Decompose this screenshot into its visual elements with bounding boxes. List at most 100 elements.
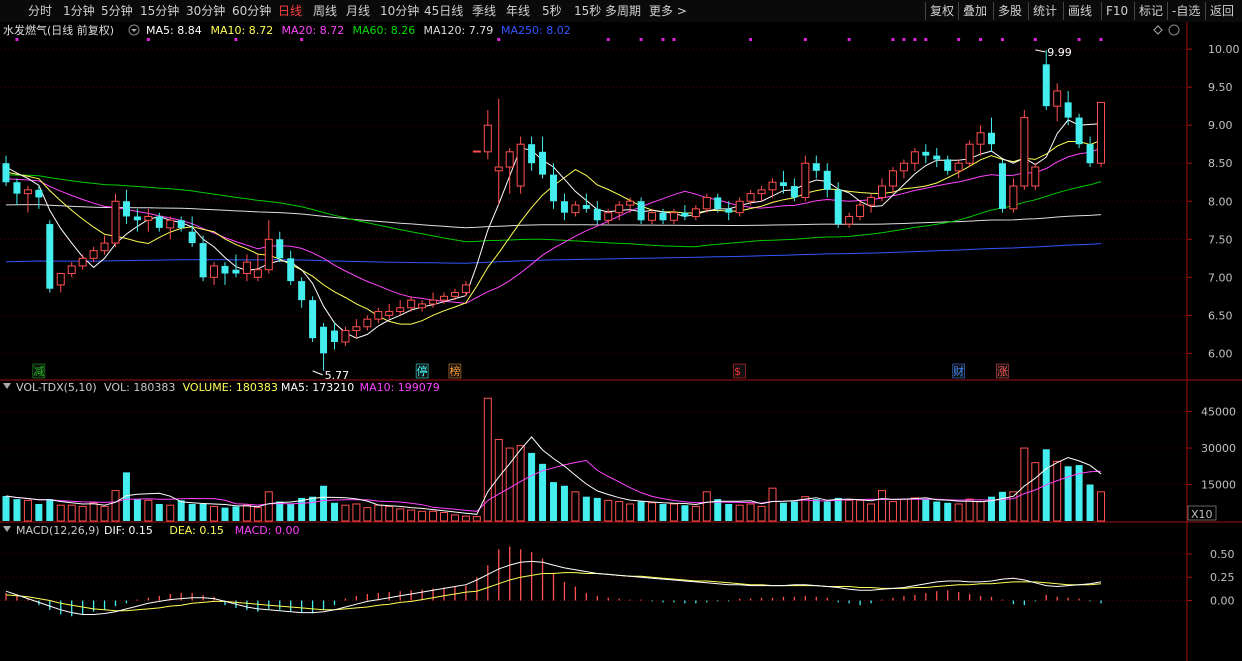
event-marker[interactable]: $ bbox=[733, 363, 746, 379]
period-toolbar: 分时 1分钟 5分钟 15分钟 30分钟 60分钟 日线 周线 月线 10分钟 45日线 季线 年线 5秒… bbox=[0, 0, 1242, 23]
price-tick-label: 6.50 bbox=[1208, 309, 1233, 322]
volume-bar bbox=[407, 509, 416, 522]
candle-body bbox=[637, 201, 645, 221]
candle-body bbox=[210, 265, 219, 278]
toolbar-button-0[interactable]: 复权 bbox=[930, 3, 954, 19]
toolbar-separator bbox=[1063, 2, 1064, 20]
candle bbox=[1031, 163, 1040, 190]
volume-bar bbox=[363, 507, 372, 522]
period-tab-12[interactable]: 年线 bbox=[506, 3, 530, 19]
price-tick-label: 10.00 bbox=[1208, 43, 1240, 56]
event-marker[interactable]: 财 bbox=[952, 363, 965, 379]
candle-body bbox=[177, 220, 185, 228]
annotation-label: 9.99 bbox=[1047, 46, 1072, 59]
signal-dot bbox=[497, 38, 501, 41]
volume-bar bbox=[593, 497, 601, 521]
volume-bar bbox=[669, 503, 678, 522]
candle-body bbox=[681, 212, 689, 217]
period-tab-5[interactable]: 60分钟 bbox=[232, 3, 271, 19]
candle-body bbox=[363, 318, 372, 328]
volume-bar bbox=[528, 452, 536, 521]
period-tab-13[interactable]: 5秒 bbox=[542, 3, 562, 19]
stock-chart: 9.99 5.77 减 停 榜 $ 财 涨 6.00 6.50 7.00 7.50 8.00 8.50… bbox=[0, 22, 1242, 661]
candle-body bbox=[899, 162, 908, 172]
candle-body bbox=[790, 186, 798, 198]
volume-bar bbox=[725, 503, 733, 521]
signal-dot bbox=[300, 38, 304, 41]
period-tab-7[interactable]: 周线 bbox=[313, 3, 337, 19]
candle-body bbox=[331, 330, 338, 342]
volume-bar bbox=[856, 499, 865, 522]
period-tab-2[interactable]: 5分钟 bbox=[101, 3, 133, 19]
indicator-value-label: VOL: 180383 bbox=[104, 381, 175, 394]
period-tab-14[interactable]: 15秒 bbox=[574, 3, 601, 19]
candle-body bbox=[560, 201, 568, 213]
volume-bar bbox=[374, 504, 383, 522]
candle-body bbox=[56, 273, 65, 286]
toolbar-button-2[interactable]: 多股 bbox=[998, 3, 1022, 19]
volume-bar bbox=[845, 499, 854, 522]
event-marker-label: 减 bbox=[33, 365, 44, 378]
event-marker[interactable]: 涨 bbox=[996, 363, 1009, 379]
volume-bar bbox=[702, 491, 711, 522]
volume-bar bbox=[472, 516, 481, 522]
volume-bar bbox=[166, 504, 175, 522]
candle-body bbox=[67, 265, 76, 275]
volume-bar bbox=[23, 499, 32, 522]
candle-body bbox=[834, 189, 842, 225]
candle bbox=[1097, 101, 1105, 168]
period-tab-1[interactable]: 1分钟 bbox=[63, 3, 95, 19]
period-tab-15[interactable]: 多周期 bbox=[605, 3, 641, 19]
volume-bar bbox=[648, 502, 657, 522]
volume-bar bbox=[659, 503, 667, 521]
volume-bar bbox=[637, 501, 645, 521]
volume-bar bbox=[56, 504, 65, 522]
period-tab-8[interactable]: 月线 bbox=[346, 3, 370, 19]
volume-bar bbox=[111, 490, 120, 522]
event-marker-label: $ bbox=[734, 365, 741, 378]
candle-body bbox=[582, 205, 590, 209]
event-marker[interactable]: 停 bbox=[415, 363, 429, 379]
toolbar-button-5[interactable]: F10 bbox=[1106, 3, 1128, 19]
toolbar-button-4[interactable]: 画线 bbox=[1068, 3, 1092, 19]
candle-body bbox=[46, 224, 54, 289]
toolbar-button-3[interactable]: 统计 bbox=[1033, 3, 1057, 19]
period-tab-0[interactable]: 分时 bbox=[28, 3, 52, 19]
volume-bar bbox=[440, 511, 448, 522]
volume-bar bbox=[1064, 466, 1072, 521]
signal-dot bbox=[979, 38, 983, 41]
panel-title: VOL-TDX(5,10) bbox=[16, 381, 97, 394]
event-marker-label: 涨 bbox=[997, 365, 1008, 378]
candle-body bbox=[100, 242, 109, 252]
signal-dot bbox=[234, 38, 238, 41]
volume-tick-label: 30000 bbox=[1201, 442, 1236, 455]
event-marker[interactable]: 榜 bbox=[448, 363, 462, 379]
toolbar-button-6[interactable]: 标记 bbox=[1139, 3, 1163, 19]
period-tab-11[interactable]: 季线 bbox=[472, 3, 496, 19]
signal-dot bbox=[1000, 38, 1004, 41]
event-marker[interactable]: 减 bbox=[32, 363, 46, 379]
volume-bar bbox=[461, 515, 470, 522]
signal-dot bbox=[672, 38, 676, 41]
candle-body bbox=[13, 182, 21, 194]
period-tab-4[interactable]: 30分钟 bbox=[186, 3, 225, 19]
candle-body bbox=[89, 250, 98, 259]
candle bbox=[637, 197, 645, 225]
volume-bar bbox=[177, 500, 185, 521]
period-tab-9[interactable]: 10分钟 bbox=[380, 3, 419, 19]
volume-bar bbox=[210, 505, 219, 522]
period-tab-16[interactable]: 更多 > bbox=[649, 3, 687, 19]
candle-body bbox=[998, 163, 1006, 209]
candle-body bbox=[1075, 117, 1083, 145]
candle-body bbox=[1031, 166, 1040, 187]
ma-value-label: MA120: 7.79 bbox=[424, 24, 494, 37]
candle-body bbox=[878, 185, 886, 198]
candle-body bbox=[144, 215, 153, 221]
period-tab-3[interactable]: 15分钟 bbox=[140, 3, 179, 19]
period-tab-10[interactable]: 45日线 bbox=[424, 3, 463, 19]
period-tab-6[interactable]: 日线 bbox=[278, 3, 302, 19]
candle-body bbox=[746, 193, 755, 202]
toolbar-button-1[interactable]: 叠加 bbox=[963, 3, 987, 19]
toolbar-button-7[interactable]: -自选 bbox=[1172, 3, 1200, 19]
toolbar-button-8[interactable]: 返回 bbox=[1210, 3, 1234, 19]
